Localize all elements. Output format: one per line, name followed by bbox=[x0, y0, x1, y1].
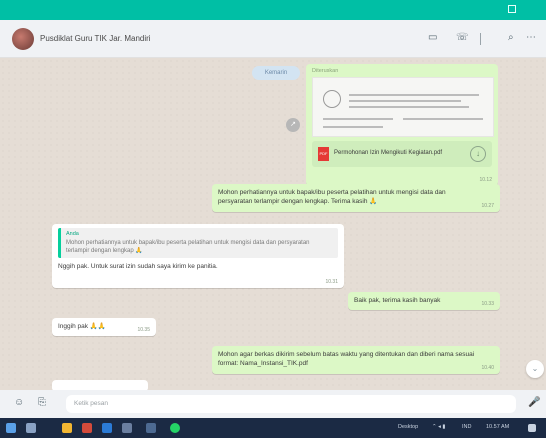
whatsapp-icon[interactable] bbox=[170, 423, 180, 433]
quoted-message[interactable]: Anda Mohon perhatiannya untuk bapak/ibu … bbox=[58, 228, 338, 258]
message-pane[interactable]: Kemarin ↗ Diteruskan PDF Permohonan Izin… bbox=[0, 58, 546, 390]
download-icon[interactable]: ↓ bbox=[470, 146, 486, 162]
start-icon[interactable] bbox=[6, 423, 16, 433]
attach-icon[interactable]: ⎘ bbox=[38, 397, 46, 408]
document-preview[interactable] bbox=[312, 77, 494, 137]
app-icon[interactable] bbox=[122, 423, 132, 433]
message-input[interactable]: Ketik pesan bbox=[66, 395, 516, 413]
message-text: Mohon perhatiannya untuk bapak/ibu peser… bbox=[218, 189, 446, 205]
document-seal-image bbox=[323, 90, 341, 108]
more-icon[interactable]: ⋯ bbox=[526, 32, 536, 43]
incoming-reply-message[interactable]: Anda Mohon perhatiannya untuk bapak/ibu … bbox=[52, 224, 344, 288]
forward-share-icon[interactable]: ↗ bbox=[286, 118, 300, 132]
message-time: 10.40 bbox=[481, 365, 494, 371]
message-composer: ☺ ⎘ Ketik pesan 🎤 bbox=[0, 390, 546, 418]
message-time: 10.31 bbox=[325, 279, 338, 285]
quoted-text: Mohon perhatiannya untuk bapak/ibu peser… bbox=[66, 240, 310, 254]
chat-header[interactable]: Pusdiklat Guru TIK Jar. Mandiri ▭ ☏ ⌕ ⋯ bbox=[0, 20, 546, 58]
message-time: 10.33 bbox=[481, 301, 494, 307]
message-time: 10.35 bbox=[137, 327, 150, 333]
pdf-file-icon: PDF bbox=[318, 147, 329, 161]
document-message[interactable]: Diteruskan PDF Permohonan Izin Mengikuti… bbox=[306, 64, 498, 186]
language-indicator[interactable]: IND bbox=[462, 424, 471, 430]
word-icon[interactable] bbox=[102, 423, 112, 433]
store-icon[interactable] bbox=[146, 423, 156, 433]
call-icon[interactable]: ☏ bbox=[456, 32, 469, 43]
notification-icon[interactable] bbox=[528, 424, 536, 432]
window-titlebar bbox=[0, 0, 546, 20]
message-time: 10.27 bbox=[481, 203, 494, 209]
message-time: 10.12 bbox=[479, 177, 492, 183]
quoted-author: Anda bbox=[66, 231, 79, 237]
message-text: Inggih pak 🙏🙏 bbox=[58, 323, 106, 330]
message-text: Baik pak, terima kasih banyak bbox=[354, 297, 441, 304]
search-taskbar-icon[interactable] bbox=[26, 423, 36, 433]
os-taskbar: Desktop ⌃ ◂ ▮ IND 10.57 AM bbox=[0, 418, 546, 438]
video-call-icon[interactable]: ▭ bbox=[428, 32, 437, 43]
date-divider: Kemarin bbox=[252, 66, 300, 80]
desktop-label[interactable]: Desktop bbox=[398, 424, 418, 430]
browser-icon[interactable] bbox=[82, 423, 92, 433]
file-explorer-icon[interactable] bbox=[62, 423, 72, 433]
chat-title[interactable]: Pusdiklat Guru TIK Jar. Mandiri bbox=[40, 34, 151, 43]
message-input-placeholder: Ketik pesan bbox=[74, 400, 108, 407]
outgoing-message[interactable]: Mohon perhatiannya untuk bapak/ibu peser… bbox=[212, 184, 500, 212]
header-divider bbox=[480, 33, 481, 45]
incoming-message[interactable]: Inggih pak 🙏🙏 10.35 bbox=[52, 318, 156, 336]
window-maximize-button[interactable] bbox=[508, 5, 516, 13]
outgoing-message[interactable]: Mohon agar berkas dikirim sebelum batas … bbox=[212, 346, 500, 374]
message-text: Nggih pak. Untuk surat izin sudah saya k… bbox=[58, 263, 218, 270]
tray-icons[interactable]: ⌃ ◂ ▮ bbox=[432, 424, 445, 430]
outgoing-message[interactable]: Baik pak, terima kasih banyak 10.33 bbox=[348, 292, 500, 310]
search-icon[interactable]: ⌕ bbox=[508, 32, 514, 43]
forwarded-label: Diteruskan bbox=[312, 68, 339, 74]
incoming-message-partial[interactable] bbox=[52, 380, 148, 390]
pdf-file-row[interactable]: PDF Permohonan Izin Mengikuti Kegiatan.p… bbox=[312, 141, 492, 167]
microphone-icon[interactable]: 🎤 bbox=[528, 397, 540, 408]
emoji-icon[interactable]: ☺ bbox=[14, 397, 24, 408]
group-avatar[interactable] bbox=[12, 28, 34, 50]
message-text: Mohon agar berkas dikirim sebelum batas … bbox=[218, 351, 475, 367]
scroll-down-button[interactable]: ⌄ bbox=[526, 360, 544, 378]
clock[interactable]: 10.57 AM bbox=[486, 424, 509, 430]
file-name: Permohonan Izin Mengikuti Kegiatan.pdf bbox=[334, 150, 443, 156]
